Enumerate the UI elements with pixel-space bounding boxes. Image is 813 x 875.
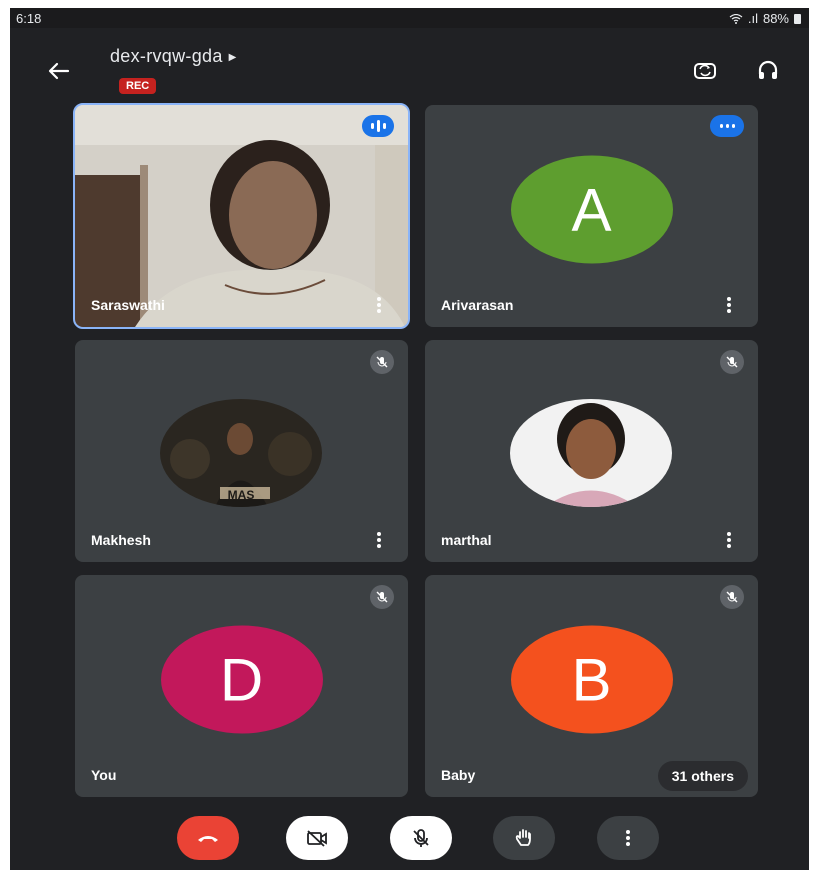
status-time: 6:18: [16, 11, 42, 26]
participant-tile-baby[interactable]: B Baby 31 others: [425, 575, 758, 797]
participant-tile-saraswathi[interactable]: Saraswathi: [73, 103, 410, 329]
more-vert-icon[interactable]: [726, 532, 732, 548]
audio-output-icon[interactable]: [754, 56, 782, 84]
avatar: B: [510, 625, 673, 734]
more-vert-icon[interactable]: [376, 297, 382, 313]
meet-screen: 6:18 .ıl 88% dex-rvqw-gda ▶ REC Saraswat…: [10, 8, 809, 870]
avatar: D: [160, 625, 323, 734]
avatar: A: [510, 155, 673, 264]
participant-name: marthal: [441, 532, 492, 548]
meeting-title[interactable]: dex-rvqw-gda ▶: [110, 46, 237, 67]
mic-off-icon: [413, 829, 429, 847]
mic-off-icon: [370, 350, 394, 374]
audio-level-indicator: [362, 115, 394, 137]
caret-right-icon: ▶: [228, 52, 237, 63]
mic-off-icon: [720, 350, 744, 374]
avatar-photo: MAS: [160, 399, 322, 507]
participant-video: [75, 105, 408, 327]
participant-tile-you[interactable]: D You: [75, 575, 408, 797]
battery-icon: [794, 13, 801, 24]
camera-off-button[interactable]: [286, 816, 348, 860]
participant-name: You: [91, 767, 117, 783]
participant-name: Baby: [441, 767, 476, 783]
camera-off-icon: [307, 830, 327, 847]
more-options-button[interactable]: [597, 816, 659, 860]
phone-hangup-icon: [198, 836, 218, 842]
others-count-button[interactable]: 31 others: [657, 761, 748, 791]
mic-off-icon: [720, 585, 744, 609]
participant-name: Saraswathi: [91, 297, 165, 313]
battery-label: 88%: [762, 11, 789, 26]
participant-tile-makhesh[interactable]: MAS Makhesh: [75, 340, 408, 562]
more-vert-icon[interactable]: [376, 532, 382, 548]
status-bar: 6:18 .ıl 88%: [10, 8, 809, 28]
more-vert-icon[interactable]: [726, 297, 732, 313]
hand-icon: [515, 829, 531, 846]
participant-name: Arivarasan: [441, 297, 514, 313]
photo-text: MAS: [228, 488, 255, 502]
mic-off-icon: [370, 585, 394, 609]
end-call-button[interactable]: [177, 816, 239, 860]
meeting-code: dex-rvqw-gda: [110, 46, 223, 66]
back-arrow-icon[interactable]: [44, 56, 74, 86]
signal-icon: .ıl: [747, 11, 758, 26]
avatar-photo: [510, 399, 672, 507]
status-icons: .ıl 88%: [729, 11, 801, 26]
raise-hand-button[interactable]: [493, 816, 555, 860]
wifi-icon: [729, 13, 743, 24]
mic-off-button[interactable]: [390, 816, 452, 860]
audio-level-indicator: [710, 115, 744, 137]
participant-tile-arivarasan[interactable]: A Arivarasan: [425, 105, 758, 327]
participant-name: Makhesh: [91, 532, 151, 548]
participant-tile-marthal[interactable]: marthal: [425, 340, 758, 562]
switch-camera-icon[interactable]: [691, 56, 719, 84]
more-vert-icon: [626, 830, 630, 846]
rec-badge: REC: [119, 78, 157, 94]
